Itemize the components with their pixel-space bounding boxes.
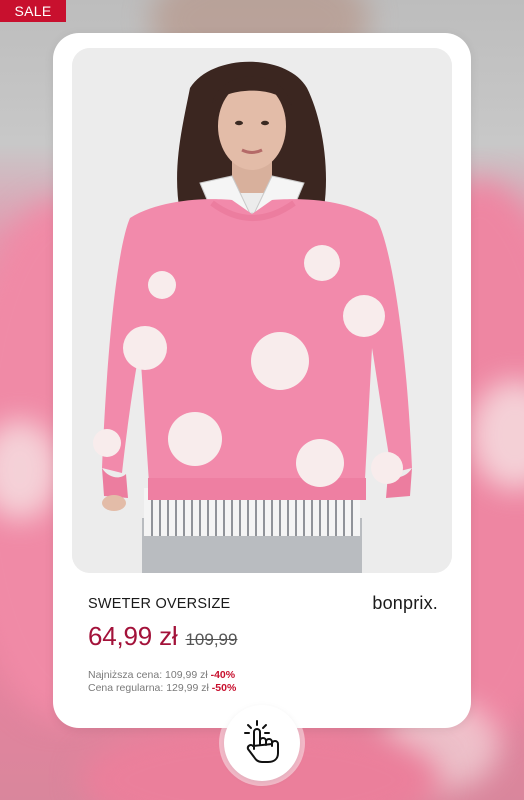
hand-pointer-tap-icon xyxy=(242,719,282,768)
tap-button[interactable] xyxy=(224,705,300,781)
current-price: 64,99 zł xyxy=(88,621,178,651)
product-name: SWETER OVERSIZE xyxy=(88,596,231,612)
old-price: 109,99 xyxy=(185,630,238,649)
lowest-price-line: Najniższa cena: 109,99 zł -40% xyxy=(88,669,236,682)
product-image[interactable] xyxy=(72,48,452,573)
lowest-price-discount: -40% xyxy=(210,669,236,681)
lowest-price-label: Najniższa cena: 109,99 zł xyxy=(88,669,208,681)
regular-price-line: Cena regularna: 129,99 zł -50% xyxy=(88,682,236,695)
brand-logo: bonprix. xyxy=(372,593,438,613)
regular-price-label: Cena regularna: 129,99 zł xyxy=(88,682,209,694)
price-row: 64,99 zł 109,99 xyxy=(88,621,237,652)
price-info: Najniższa cena: 109,99 zł -40% Cena regu… xyxy=(88,669,236,695)
regular-price-discount: -50% xyxy=(211,682,237,694)
sale-badge: SALE xyxy=(0,0,66,22)
product-card[interactable]: SWETER OVERSIZE bonprix. 64,99 zł 109,99… xyxy=(53,33,471,728)
